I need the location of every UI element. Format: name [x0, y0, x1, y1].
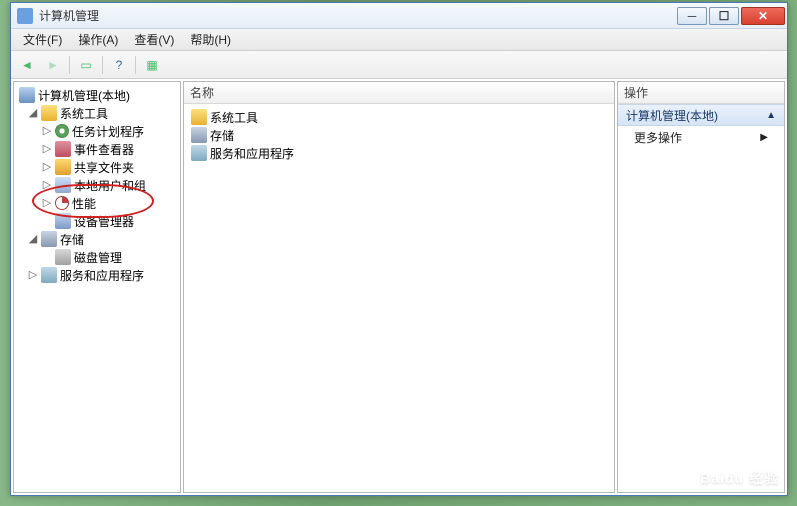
column-header-name[interactable]: 名称	[184, 82, 614, 104]
console-tree[interactable]: 计算机管理(本地) ◢ 系统工具 ▷ 任务计划程序 ▷ 事件查看器 ▷ 共享文件夹 ▷ 本…	[14, 82, 180, 492]
separator	[69, 56, 70, 74]
list-pane: 名称 系统工具 存储 服务和应用程序	[183, 81, 615, 493]
app-window: 计算机管理 ─ ☐ ✕ 文件(F) 操作(A) 查看(V) 帮助(H) ◄ ► …	[10, 2, 788, 496]
close-button[interactable]: ✕	[741, 7, 785, 25]
actions-group-label: 计算机管理(本地)	[626, 107, 718, 124]
titlebar[interactable]: 计算机管理 ─ ☐ ✕	[11, 3, 787, 29]
expand-icon[interactable]: ▷	[40, 124, 54, 138]
tree-label: 本地用户和组	[74, 177, 146, 194]
collapse-icon[interactable]: ◢	[26, 232, 40, 246]
toolbar: ◄ ► ▭ ? ▦	[11, 51, 787, 79]
tree-label: 服务和应用程序	[60, 267, 144, 284]
tools-icon	[191, 109, 207, 125]
actions-more[interactable]: 更多操作 ▶	[618, 126, 784, 148]
expand-icon[interactable]: ▷	[40, 160, 54, 174]
result-list[interactable]: 系统工具 存储 服务和应用程序	[184, 104, 614, 166]
expand-icon[interactable]: ▷	[40, 142, 54, 156]
tree-label: 事件查看器	[74, 141, 134, 158]
separator	[102, 56, 103, 74]
list-item[interactable]: 系统工具	[186, 108, 612, 126]
list-label: 系统工具	[210, 109, 258, 126]
tree-label: 磁盘管理	[74, 249, 122, 266]
list-label: 服务和应用程序	[210, 145, 294, 162]
tree-task-scheduler[interactable]: ▷ 任务计划程序	[16, 122, 178, 140]
tree-device-manager[interactable]: 设备管理器	[16, 212, 178, 230]
services-icon	[41, 267, 57, 283]
list-label: 存储	[210, 127, 234, 144]
disk-icon	[55, 249, 71, 265]
window-title: 计算机管理	[39, 7, 675, 24]
tree-root[interactable]: 计算机管理(本地)	[16, 86, 178, 104]
tree-services-apps[interactable]: ▷ 服务和应用程序	[16, 266, 178, 284]
performance-icon	[55, 196, 69, 210]
tree-performance[interactable]: ▷ 性能	[16, 194, 178, 212]
clock-icon	[55, 124, 69, 138]
computer-icon	[19, 87, 35, 103]
tree-event-viewer[interactable]: ▷ 事件查看器	[16, 140, 178, 158]
tree-system-tools[interactable]: ◢ 系统工具	[16, 104, 178, 122]
separator	[135, 56, 136, 74]
tree-label: 计算机管理(本地)	[38, 87, 130, 104]
forward-button[interactable]: ►	[41, 54, 65, 76]
actions-header: 操作	[618, 82, 784, 104]
event-icon	[55, 141, 71, 157]
menu-help[interactable]: 帮助(H)	[182, 29, 239, 50]
tree-disk-management[interactable]: 磁盘管理	[16, 248, 178, 266]
actions-group-header[interactable]: 计算机管理(本地) ▲	[618, 104, 784, 126]
storage-icon	[41, 231, 57, 247]
collapse-icon[interactable]: ◢	[26, 106, 40, 120]
tree-label: 系统工具	[60, 105, 108, 122]
tree-pane: 计算机管理(本地) ◢ 系统工具 ▷ 任务计划程序 ▷ 事件查看器 ▷ 共享文件夹 ▷ 本…	[13, 81, 181, 493]
watermark-text: Baidu 经验	[700, 468, 779, 488]
minimize-button[interactable]: ─	[677, 7, 707, 25]
tree-shared-folders[interactable]: ▷ 共享文件夹	[16, 158, 178, 176]
share-icon	[55, 159, 71, 175]
help-button[interactable]: ?	[107, 54, 131, 76]
collapse-arrow-icon: ▲	[766, 110, 776, 121]
menu-view[interactable]: 查看(V)	[126, 29, 182, 50]
services-icon	[191, 145, 207, 161]
tools-icon	[41, 105, 57, 121]
maximize-button[interactable]: ☐	[709, 7, 739, 25]
list-item[interactable]: 服务和应用程序	[186, 144, 612, 162]
tree-storage[interactable]: ◢ 存储	[16, 230, 178, 248]
menu-file[interactable]: 文件(F)	[15, 29, 70, 50]
actions-more-label: 更多操作	[634, 129, 682, 146]
expand-icon[interactable]: ▷	[26, 268, 40, 282]
tree-label: 任务计划程序	[72, 123, 144, 140]
tree-label: 性能	[72, 195, 96, 212]
storage-icon	[191, 127, 207, 143]
properties-button[interactable]: ▦	[140, 54, 164, 76]
menu-action[interactable]: 操作(A)	[70, 29, 126, 50]
tree-label: 设备管理器	[74, 213, 134, 230]
menubar: 文件(F) 操作(A) 查看(V) 帮助(H)	[11, 29, 787, 51]
users-icon	[55, 177, 71, 193]
tree-label: 存储	[60, 231, 84, 248]
device-icon	[55, 213, 71, 229]
list-item[interactable]: 存储	[186, 126, 612, 144]
app-icon	[17, 8, 33, 24]
back-button[interactable]: ◄	[15, 54, 39, 76]
watermark-paw-icon	[651, 438, 685, 468]
show-hide-tree-button[interactable]: ▭	[74, 54, 98, 76]
submenu-arrow-icon: ▶	[760, 132, 768, 143]
tree-local-users[interactable]: ▷ 本地用户和组	[16, 176, 178, 194]
expand-icon[interactable]: ▷	[40, 178, 54, 192]
expand-icon[interactable]: ▷	[40, 196, 54, 210]
actions-pane: 操作 计算机管理(本地) ▲ 更多操作 ▶	[617, 81, 785, 493]
tree-label: 共享文件夹	[74, 159, 134, 176]
content-area: 计算机管理(本地) ◢ 系统工具 ▷ 任务计划程序 ▷ 事件查看器 ▷ 共享文件夹 ▷ 本…	[11, 79, 787, 495]
